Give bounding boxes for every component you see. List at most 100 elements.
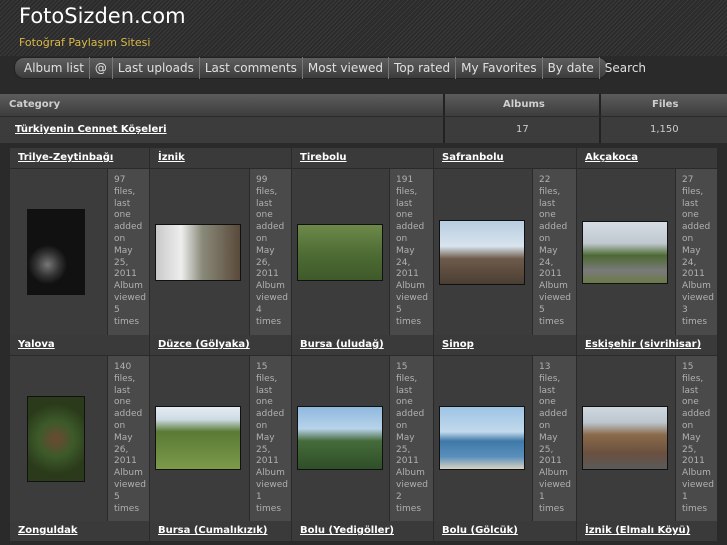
nav-last-uploads[interactable]: Last uploads (113, 57, 200, 79)
album-info-line: last (396, 385, 413, 396)
album-info-line: 27 (682, 175, 694, 185)
album-title[interactable]: Akçakoca (577, 148, 717, 168)
album-info-line: on (682, 233, 694, 244)
album-info-line: on (396, 420, 408, 431)
album-info-line: one (256, 397, 273, 408)
album-thumbnail-cell (150, 169, 249, 335)
album-info-line: one (682, 397, 699, 408)
album-info-line: 99 (256, 175, 268, 185)
album-info-line: on (539, 233, 551, 244)
site-header: FotoSizden.com Fotoğraf Paylaşım Sitesi (0, 0, 727, 56)
album-title[interactable]: Safranbolu (434, 148, 576, 168)
album-thumbnail[interactable] (439, 406, 525, 470)
album-info-line: May (539, 245, 558, 256)
album-info-line: Album (256, 281, 285, 292)
album-info-line: last (539, 385, 556, 396)
category-row: Türkiyenin Cennet Köşeleri 17 1,150 (0, 117, 727, 143)
album-info-line: 4 (256, 304, 262, 315)
nav-last-comments[interactable]: Last comments (200, 57, 303, 79)
album-info-line: added (682, 222, 711, 233)
album-info-line: viewed (539, 479, 571, 490)
album-thumbnail[interactable] (155, 406, 241, 470)
album-info: 13 files, last one added on May 25, 2011 Album vie… (533, 356, 576, 522)
column-divider (443, 117, 445, 143)
album-thumbnail-cell (577, 169, 675, 335)
album-info-line: Album (682, 468, 711, 479)
nav-my-favorites[interactable]: My Favorites (456, 57, 543, 79)
column-divider (599, 117, 601, 143)
album-info-line: added (396, 409, 425, 420)
album-info-line: 5 (114, 491, 120, 502)
album-title[interactable]: Zonguldak (10, 521, 149, 541)
album-info-line: 1 (682, 491, 688, 502)
album-info-line: 191 (396, 175, 414, 185)
album-info-line: added (114, 409, 143, 420)
album-thumbnail[interactable] (582, 221, 668, 284)
nav-album-list[interactable]: Album list (19, 57, 90, 79)
album-info: 140 files, last one added on May 26, 2011 Album vi… (108, 356, 149, 522)
album-info-line: files, (539, 186, 561, 197)
album-info-line: May (396, 245, 415, 256)
album-title[interactable]: Yalova (10, 335, 149, 355)
album-info-line: 15 (682, 362, 694, 372)
album-info-line: files, (682, 186, 704, 197)
album-thumbnail[interactable] (297, 406, 383, 470)
album-thumbnail[interactable] (155, 224, 241, 281)
album-info-line: times (539, 503, 565, 514)
album-title[interactable]: İznik (150, 148, 291, 168)
album-info-line: on (396, 233, 408, 244)
album-info-line: 5 (396, 304, 402, 315)
nav-by-date[interactable]: By date (543, 57, 600, 79)
category-header: Category (9, 99, 61, 110)
album-title[interactable]: Bursa (Cumalıkızık) (150, 521, 291, 541)
site-title[interactable]: FotoSizden.com (19, 4, 186, 28)
album-info-line: files, (114, 373, 136, 384)
category-link[interactable]: Türkiyenin Cennet Köşeleri (15, 124, 167, 135)
album-title[interactable]: Trilye-Zeytinbağı (10, 148, 149, 168)
album-info-line: times (114, 316, 140, 327)
album-title[interactable]: İznik (Elmalı Köyü) (577, 521, 717, 541)
album-thumbnail[interactable] (297, 224, 383, 281)
album-info-line: 2011 (114, 269, 137, 280)
album-info-line: viewed (682, 479, 714, 490)
album-info: 15 files, last one added on May 25, 2011 Album vie… (676, 356, 717, 522)
album-info-line: on (539, 420, 551, 431)
nav-contact[interactable]: @ (90, 57, 113, 79)
nav-most-viewed[interactable]: Most viewed (303, 57, 390, 79)
album-info-line: viewed (256, 479, 288, 490)
album-title[interactable]: Düzce (Gölyaka) (150, 335, 291, 355)
album-info-line: times (396, 316, 422, 327)
nav-top-rated[interactable]: Top rated (389, 57, 457, 79)
album-info-line: viewed (539, 292, 571, 303)
album-thumbnail[interactable] (582, 406, 668, 470)
category-albums-count: 17 (516, 124, 529, 135)
album-info-line: 24, (396, 257, 411, 268)
album-thumbnail[interactable] (27, 396, 85, 482)
album-info-line: files, (114, 186, 136, 197)
album-title[interactable]: Bursa (uludağ) (292, 335, 433, 355)
album-info: 15 files, last one added on May 25, 2011 Album vie… (390, 356, 433, 522)
album-info-line: times (682, 503, 708, 514)
album-info-line: 5 (114, 304, 120, 315)
album-title[interactable]: Eskişehir (sivrihisar) (577, 335, 717, 355)
album-info-line: on (256, 233, 268, 244)
album-info-line: one (539, 210, 556, 221)
album-thumbnail-cell (434, 169, 532, 335)
album-info-line: added (396, 222, 425, 233)
album-thumbnail[interactable] (439, 220, 525, 285)
category-table-header: Category Albums Files (0, 94, 727, 116)
album-thumbnail-cell (10, 356, 107, 522)
nav-search[interactable]: Search (600, 57, 651, 79)
album-title[interactable]: Sinop (434, 335, 576, 355)
album-info-line: viewed (114, 292, 146, 303)
album-title[interactable]: Bolu (Gölcük) (434, 521, 576, 541)
album-info-line: files, (396, 186, 418, 197)
album-thumbnail[interactable] (27, 209, 85, 295)
album-info-line: 15 (396, 362, 408, 372)
column-divider (599, 94, 601, 116)
album-info: 27 files, last one added on May 24, 2011 Album vie… (676, 169, 717, 335)
album-title[interactable]: Bolu (Yedigöller) (292, 521, 433, 541)
album-info-line: Album (114, 281, 143, 292)
album-title[interactable]: Tirebolu (292, 148, 433, 168)
album-info-line: 2011 (256, 456, 279, 467)
